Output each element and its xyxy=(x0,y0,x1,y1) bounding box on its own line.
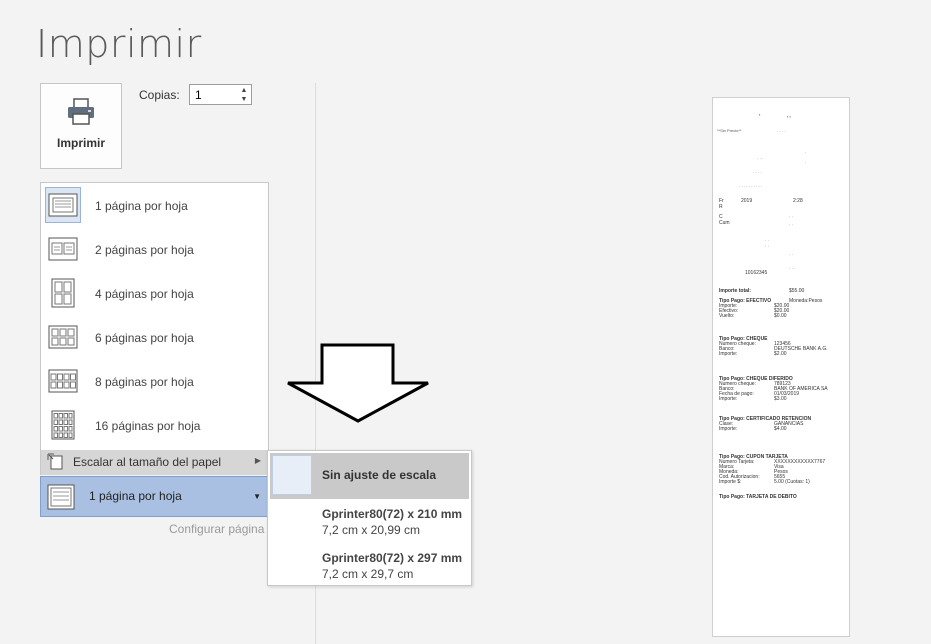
preview-mark: · · xyxy=(789,252,793,257)
scale-option-title: Gprinter80(72) x 210 mm xyxy=(322,507,463,521)
menu-item-label: 16 páginas por hoja xyxy=(95,419,201,433)
preview-header-fragment: 2:28 xyxy=(793,198,803,204)
preview-mark: · · · · xyxy=(753,170,762,175)
down-arrow-icon xyxy=(287,343,429,423)
preview-line-value: $3.00 xyxy=(774,396,787,402)
preview-mark: · · · · · · · · · · xyxy=(739,184,763,189)
print-button[interactable]: Imprimir xyxy=(40,83,122,169)
preview-mark: · · · xyxy=(789,266,796,271)
menu-item-6-pages[interactable]: 6 páginas por hoja xyxy=(41,315,268,359)
preview-line-value: $0.00 xyxy=(774,313,787,319)
pages-per-sheet-dropdown[interactable]: 1 página por hoja ▼ xyxy=(40,476,269,517)
menu-item-1-page[interactable]: 1 página por hoja xyxy=(41,183,268,227)
layout-2-pages-icon xyxy=(48,237,78,261)
scale-to-paper-item[interactable]: Escalar al tamaño del papel ▶ xyxy=(40,450,269,475)
preview-mark: · · · · xyxy=(777,129,786,134)
preview-line-label: Importe $: xyxy=(719,479,742,485)
scale-option-title: Sin ajuste de escala xyxy=(322,468,437,482)
preview-mark: · · xyxy=(765,244,769,249)
scale-option-no-scaling[interactable]: Sin ajuste de escala xyxy=(270,453,469,499)
preview-header-fragment: 10162345 xyxy=(745,270,768,276)
preview-header-fragment: 2019 xyxy=(741,198,753,204)
layout-4-pages-icon xyxy=(51,278,75,308)
preview-line-label: Importe total: xyxy=(719,288,751,294)
scale-option-title: Gprinter80(72) x 297 mm xyxy=(322,551,463,565)
preview-line-label: Importe: xyxy=(719,426,738,432)
copies-label: Copias: xyxy=(139,88,180,102)
preview-line-label: Importe: xyxy=(719,351,738,357)
preview-line-label: Importe: xyxy=(719,396,738,402)
menu-item-label: 6 páginas por hoja xyxy=(95,331,194,345)
spin-up-icon[interactable]: ▲ xyxy=(239,86,249,95)
chevron-right-icon: ▶ xyxy=(254,456,261,465)
preview-line-value: $4.00 xyxy=(774,426,787,432)
preview-mark: · · xyxy=(765,238,769,243)
scale-submenu: Sin ajuste de escala Gprinter80(72) x 21… xyxy=(267,450,472,586)
layout-8-pages-icon xyxy=(48,369,78,393)
chevron-down-icon: ▼ xyxy=(253,492,261,501)
layout-1-page-icon xyxy=(48,193,78,217)
preview-mark: · xyxy=(805,160,807,165)
preview-line-label: Vuelto: xyxy=(719,313,735,319)
preview-mark: ▪ ▪ xyxy=(787,114,791,119)
copies-input[interactable] xyxy=(190,85,234,104)
pages-per-sheet-value: 1 página por hoja xyxy=(89,489,182,503)
preview-mark: · xyxy=(805,150,807,155)
printer-icon xyxy=(68,98,94,125)
scale-to-paper-label: Escalar al tamaño del papel xyxy=(73,455,222,469)
preview-mark: · · · xyxy=(757,156,764,161)
scale-option-size: 7,2 cm x 29,7 cm xyxy=(322,567,414,581)
preview-line-label: Tipo Pago: TARJETA DE DEBITO xyxy=(719,494,797,500)
pages-per-sheet-menu: 1 página por hoja 2 páginas por hoja 4 p… xyxy=(40,182,269,450)
page-thumbnail-icon xyxy=(272,455,312,495)
print-preview-page: ▪ ▪ ▪ **Sin Precio** · · · · · · · · · ·… xyxy=(712,97,850,637)
menu-item-label: 4 páginas por hoja xyxy=(95,287,194,301)
menu-item-2-pages[interactable]: 2 páginas por hoja xyxy=(41,227,268,271)
menu-item-8-pages[interactable]: 8 páginas por hoja xyxy=(41,359,268,403)
layout-1-page-icon xyxy=(47,484,75,510)
preview-mark: · · xyxy=(789,214,793,219)
page-title: Imprimir xyxy=(36,22,202,66)
menu-item-16-pages[interactable]: 16 páginas por hoja xyxy=(41,403,268,447)
preview-line-value: Moneda:Pesos xyxy=(789,298,823,304)
preview-mark: ▪ xyxy=(759,112,761,117)
page-setup-link[interactable]: Configurar página xyxy=(169,522,264,536)
preview-line-value: $2.00 xyxy=(774,351,787,357)
copies-stepper[interactable]: ▲ ▼ xyxy=(189,84,252,105)
scale-page-icon xyxy=(47,453,63,470)
preview-header-fragment: **Sin Precio** xyxy=(717,128,742,133)
preview-header-fragment: Cum xyxy=(719,220,730,226)
preview-mark: · · xyxy=(789,222,793,227)
preview-line-value: 5.00 (Cuotas: 1) xyxy=(774,479,810,485)
layout-6-pages-icon xyxy=(48,325,78,349)
menu-item-label: 8 páginas por hoja xyxy=(95,375,194,389)
scale-option-210mm[interactable]: Gprinter80(72) x 210 mm 7,2 cm x 20,99 c… xyxy=(268,499,471,543)
print-button-label: Imprimir xyxy=(56,136,105,150)
preview-header-fragment: R xyxy=(719,204,723,210)
spin-down-icon[interactable]: ▼ xyxy=(239,95,249,104)
menu-item-label: 1 página por hoja xyxy=(95,199,188,213)
scale-option-297mm[interactable]: Gprinter80(72) x 297 mm 7,2 cm x 29,7 cm xyxy=(268,543,471,587)
copies-spinner[interactable]: ▲ ▼ xyxy=(239,86,249,104)
layout-16-pages-icon xyxy=(51,410,75,440)
preview-line-value: $55.00 xyxy=(789,288,805,294)
menu-item-label: 2 páginas por hoja xyxy=(95,243,194,257)
scale-option-size: 7,2 cm x 20,99 cm xyxy=(322,523,421,537)
menu-item-4-pages[interactable]: 4 páginas por hoja xyxy=(41,271,268,315)
